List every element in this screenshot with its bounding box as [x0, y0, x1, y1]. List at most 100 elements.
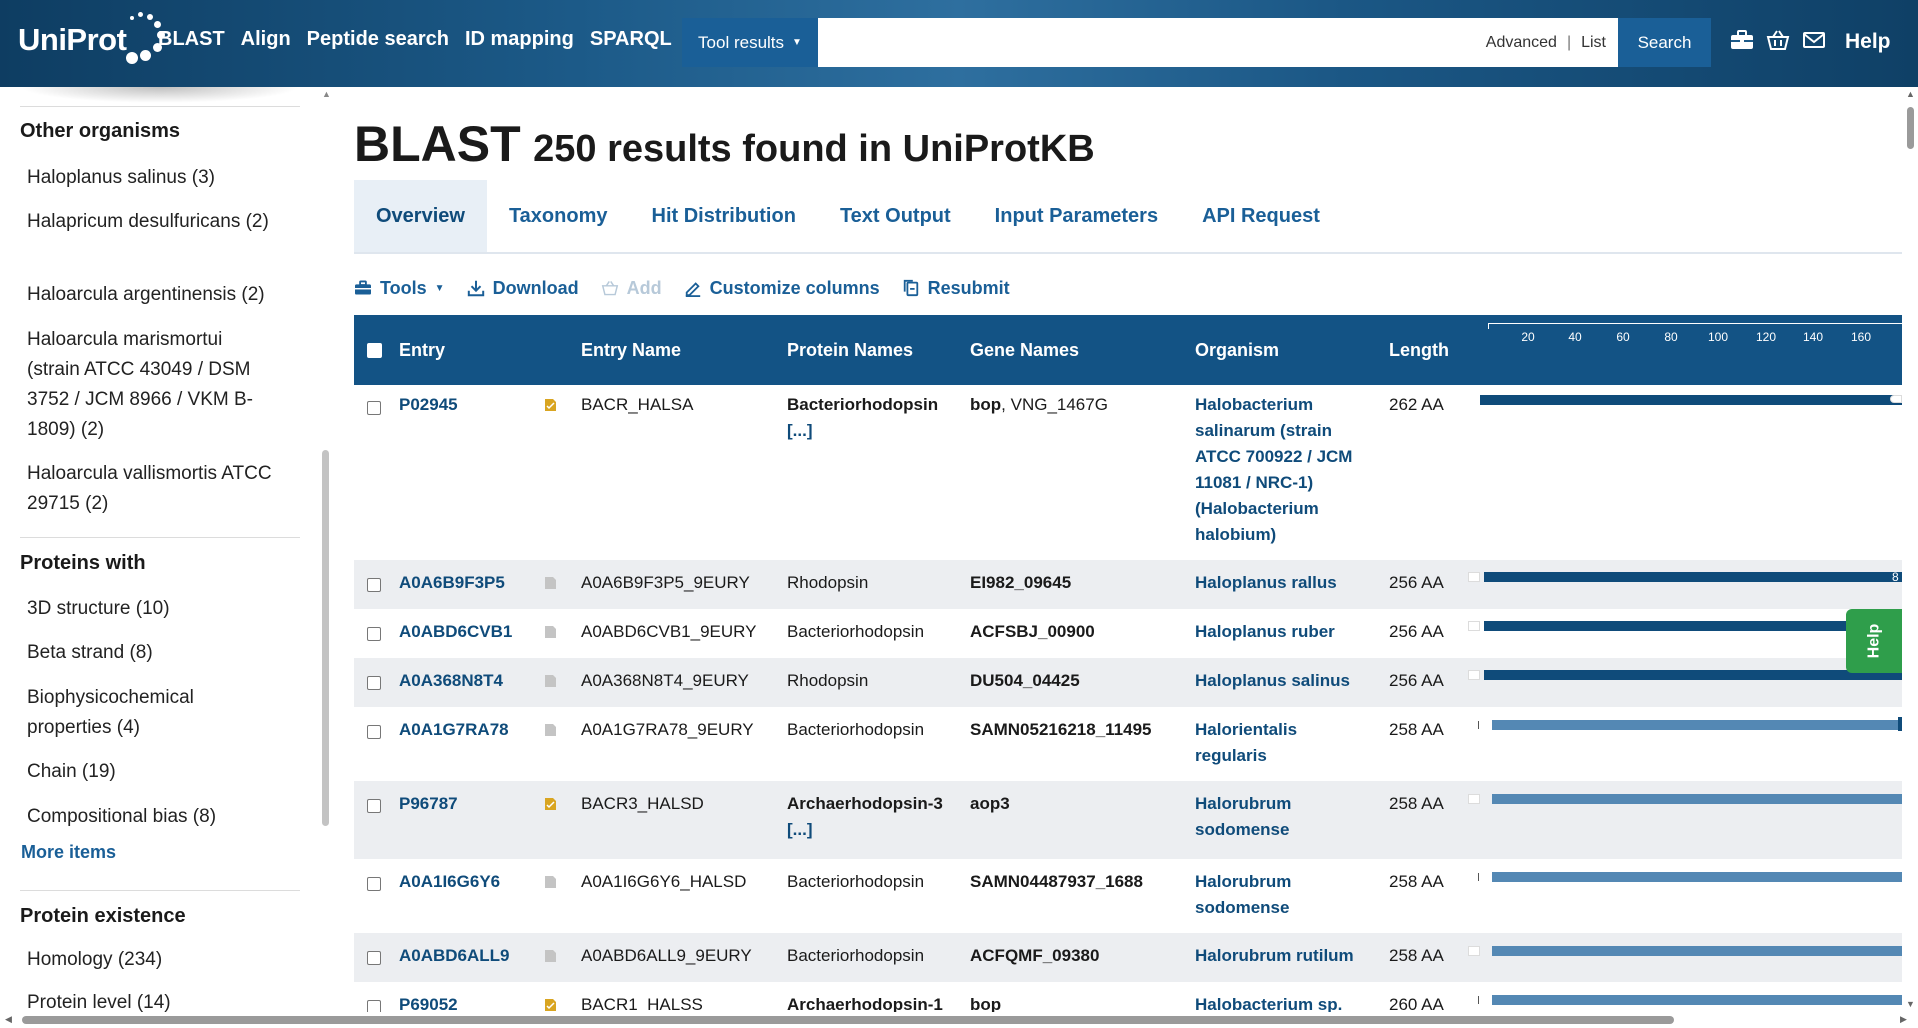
- entry-link[interactable]: A0ABD6ALL9: [399, 943, 510, 969]
- row-checkbox[interactable]: [367, 799, 381, 813]
- mail-icon[interactable]: [1802, 28, 1826, 52]
- col-entry[interactable]: Entry: [399, 315, 445, 385]
- col-entry-name[interactable]: Entry Name: [581, 315, 681, 385]
- tool-results-dropdown[interactable]: Tool results ▼: [682, 18, 818, 67]
- facet-item[interactable]: Biophysicochemical properties (4): [27, 683, 272, 743]
- search-input[interactable]: Advanced | List: [818, 18, 1618, 67]
- more-items-link[interactable]: More items: [21, 842, 116, 863]
- col-organism[interactable]: Organism: [1195, 315, 1279, 385]
- organism-link[interactable]: Halorubrum rutilum: [1195, 943, 1395, 969]
- scrollbar-thumb[interactable]: [22, 1016, 1674, 1024]
- header-help-link[interactable]: Help: [1845, 30, 1891, 54]
- row-checkbox[interactable]: [367, 676, 381, 690]
- sidebar-scroll-up-icon[interactable]: ▲: [322, 89, 331, 99]
- entry-link[interactable]: A0A1G7RA78: [399, 717, 509, 743]
- alignment-bar[interactable]: [1484, 621, 1902, 631]
- add-to-basket-button[interactable]: Add: [601, 278, 662, 299]
- entry-link[interactable]: A0A6B9F3P5: [399, 570, 505, 596]
- organism-link[interactable]: Halorubrum sodomense: [1195, 869, 1370, 921]
- horizontal-scrollbar[interactable]: ◀ ▶: [0, 1012, 1918, 1028]
- organism-link[interactable]: Halorubrum sodomense: [1195, 791, 1370, 843]
- facet-item[interactable]: Halapricum desulfuricans (2): [27, 207, 272, 237]
- protein-name: Bacteriorhodopsin: [787, 872, 925, 891]
- nav-blast[interactable]: BLAST: [158, 28, 225, 51]
- alignment-bar[interactable]: [1492, 995, 1902, 1005]
- select-all-checkbox[interactable]: [367, 343, 382, 358]
- tab-taxonomy[interactable]: Taxonomy: [487, 180, 630, 252]
- search-button[interactable]: Search: [1618, 18, 1711, 67]
- col-protein-names[interactable]: Protein Names: [787, 315, 913, 385]
- protein-name: Bacteriorhodopsin [...]: [787, 395, 939, 440]
- nav-align[interactable]: Align: [241, 28, 291, 51]
- facet-item[interactable]: Haloplanus salinus (3): [27, 163, 272, 193]
- entry-link[interactable]: A0ABD6CVB1: [399, 619, 512, 645]
- facet-item[interactable]: Protein level (14): [27, 988, 272, 1015]
- row-checkbox[interactable]: [367, 951, 381, 965]
- nav-id-mapping[interactable]: ID mapping: [465, 28, 574, 51]
- row-checkbox[interactable]: [367, 578, 381, 592]
- facet-item[interactable]: Chain (19): [27, 757, 272, 787]
- facet-item[interactable]: Haloarcula argentinensis (2): [27, 280, 272, 310]
- col-gene-names[interactable]: Gene Names: [970, 315, 1079, 385]
- organism-link[interactable]: Haloplanus rallus: [1195, 570, 1385, 596]
- alignment-bar[interactable]: [1484, 572, 1902, 582]
- organism-link[interactable]: Halorientalis regularis: [1195, 717, 1370, 769]
- col-length[interactable]: Length: [1389, 315, 1449, 385]
- alignment-bar[interactable]: [1492, 794, 1902, 804]
- ruler-tick-label: 80: [1664, 330, 1678, 344]
- download-button[interactable]: Download: [467, 278, 579, 299]
- facet-item[interactable]: Compositional bias (8): [27, 802, 272, 832]
- uniprot-logo[interactable]: UniProt: [18, 12, 168, 68]
- search-bar: Tool results ▼ Advanced | List Search: [682, 18, 1711, 67]
- tab-text-output[interactable]: Text Output: [818, 180, 973, 252]
- page-scrollbar[interactable]: ▲ ▼: [1902, 87, 1918, 1015]
- protein-more-link[interactable]: [...]: [787, 820, 813, 839]
- scrollbar-thumb[interactable]: [1907, 107, 1914, 149]
- scroll-right-icon[interactable]: ▶: [1900, 1014, 1907, 1025]
- facet-item[interactable]: 3D structure (10): [27, 594, 272, 624]
- advanced-search-link[interactable]: Advanced: [1486, 34, 1557, 52]
- nav-peptide-search[interactable]: Peptide search: [307, 28, 449, 51]
- tab-overview[interactable]: Overview: [354, 180, 487, 252]
- alignment-bar[interactable]: [1492, 946, 1902, 956]
- facet-item[interactable]: Haloarcula marismortui (strain ATCC 4304…: [27, 325, 272, 445]
- protein-more-link[interactable]: [...]: [787, 421, 813, 440]
- basket-icon[interactable]: [1766, 28, 1790, 52]
- customize-columns-button[interactable]: Customize columns: [684, 278, 880, 299]
- tab-api-request[interactable]: API Request: [1180, 180, 1342, 252]
- facet-item[interactable]: Haloarcula vallismortis ATCC 29715 (2): [27, 459, 272, 519]
- download-label: Download: [492, 277, 579, 298]
- alignment-bar[interactable]: [1480, 395, 1902, 405]
- entry-link[interactable]: A0A368N8T4: [399, 668, 503, 694]
- help-side-tab[interactable]: Help: [1846, 609, 1902, 673]
- header-icons: [1730, 28, 1826, 52]
- sidebar-scrollbar[interactable]: [322, 450, 329, 826]
- entry-link[interactable]: A0A1I6G6Y6: [399, 869, 500, 895]
- organism-link[interactable]: Halobacterium salinarum (strain ATCC 700…: [1195, 392, 1370, 548]
- row-checkbox[interactable]: [367, 725, 381, 739]
- entry-link[interactable]: P02945: [399, 392, 458, 418]
- alignment-bar[interactable]: [1492, 720, 1902, 730]
- organism-link[interactable]: Haloplanus ruber: [1195, 619, 1385, 645]
- tab-hit-distribution[interactable]: Hit Distribution: [630, 180, 818, 252]
- row-checkbox[interactable]: [367, 401, 381, 415]
- row-checkbox[interactable]: [367, 877, 381, 891]
- row-checkbox[interactable]: [367, 627, 381, 641]
- entry-link[interactable]: P96787: [399, 791, 458, 817]
- organism-link[interactable]: Haloplanus salinus: [1195, 668, 1385, 694]
- alignment-bar[interactable]: [1492, 872, 1902, 882]
- resubmit-button[interactable]: Resubmit: [902, 278, 1010, 299]
- list-search-link[interactable]: List: [1581, 34, 1606, 52]
- tools-button[interactable]: Tools ▼: [354, 278, 445, 299]
- scroll-left-icon[interactable]: ◀: [5, 1014, 12, 1025]
- toolbox-icon[interactable]: [1730, 28, 1754, 52]
- facet-item[interactable]: Homology (234): [27, 945, 272, 975]
- tools-label: Tools: [380, 277, 427, 298]
- facet-item[interactable]: Beta strand (8): [27, 638, 272, 668]
- alignment-bar[interactable]: [1484, 670, 1902, 680]
- gene-names: SAMN04487937_1688: [970, 872, 1143, 891]
- scroll-up-icon[interactable]: ▲: [1906, 89, 1915, 99]
- nav-sparql[interactable]: SPARQL: [590, 28, 672, 51]
- tab-input-parameters[interactable]: Input Parameters: [973, 180, 1180, 252]
- scroll-down-icon[interactable]: ▼: [1906, 999, 1915, 1009]
